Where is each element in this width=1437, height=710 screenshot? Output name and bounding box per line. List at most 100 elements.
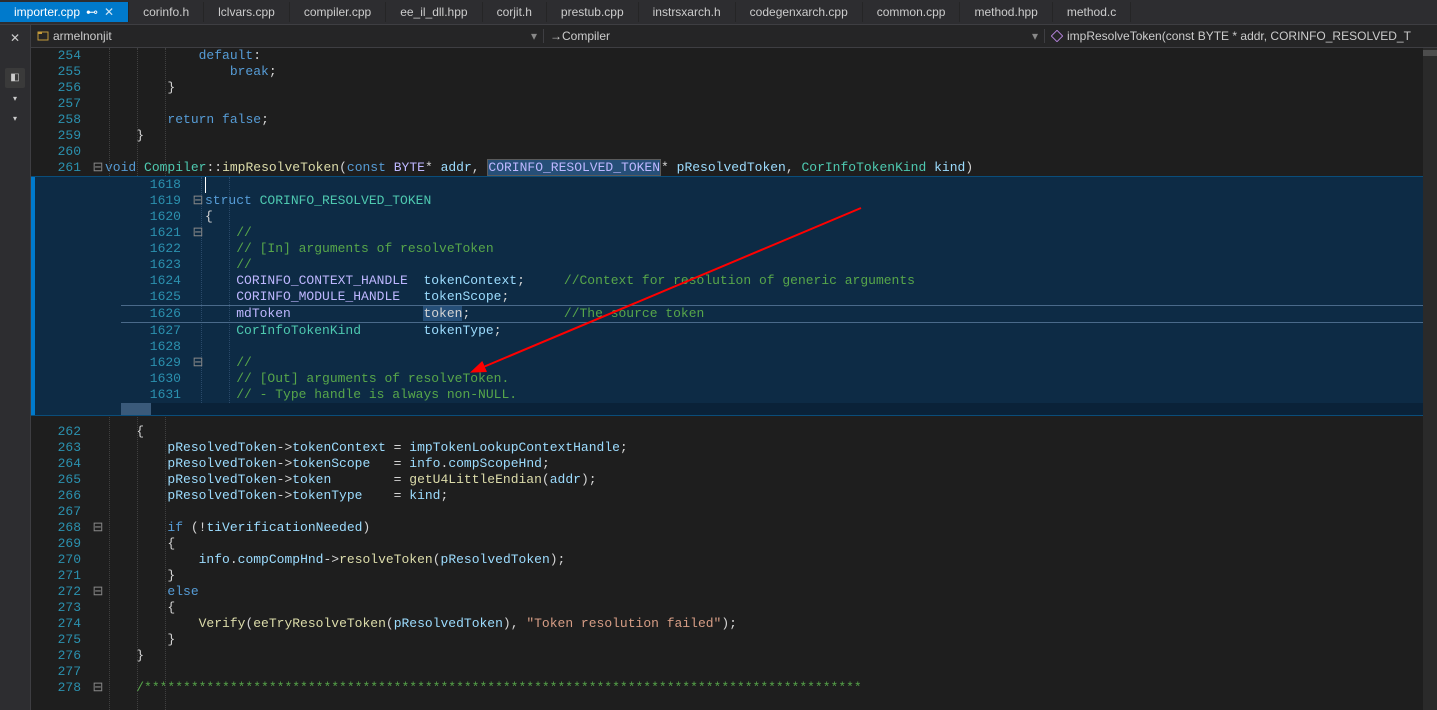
file-tab[interactable]: instrsxarch.h	[639, 2, 736, 22]
line-number: 272	[31, 584, 91, 600]
code-text: pResolvedToken->tokenScope = info.compSc…	[105, 456, 550, 472]
nav-class-dropdown[interactable]: → Compiler ▾	[544, 29, 1045, 43]
tool-dropdown-icon[interactable]: ▾	[13, 114, 17, 124]
code-line[interactable]: 1625 CORINFO_MODULE_HANDLE tokenScope;	[121, 289, 1437, 305]
file-tab[interactable]: corinfo.h	[129, 2, 204, 22]
line-number: 258	[31, 112, 91, 128]
code-line[interactable]: 267	[31, 504, 1437, 520]
close-tool-icon[interactable]: ✕	[10, 31, 20, 46]
close-icon[interactable]: ✕	[104, 5, 114, 19]
peek-definition-window[interactable]: 16181619⊟struct CORINFO_RESOLVED_TOKEN16…	[31, 176, 1437, 416]
tool-dropdown-icon[interactable]: ▾	[13, 94, 17, 104]
file-tab[interactable]: ee_il_dll.hpp	[386, 2, 482, 22]
file-tab[interactable]: common.cpp	[863, 2, 961, 22]
code-line[interactable]: 1631 // - Type handle is always non-NULL…	[121, 387, 1437, 403]
fold-toggle	[91, 456, 105, 472]
nav-class-label: Compiler	[562, 29, 610, 43]
code-text: mdToken token; //The source token	[205, 306, 704, 322]
code-text: //	[205, 225, 252, 241]
fold-toggle[interactable]: ⊟	[191, 193, 205, 209]
file-tab[interactable]: importer.cpp⊷✕	[0, 2, 129, 22]
code-line[interactable]: 278⊟ /**********************************…	[31, 680, 1437, 696]
code-line[interactable]: 256 }	[31, 80, 1437, 96]
line-number: 273	[31, 600, 91, 616]
peek-horizontal-scrollbar[interactable]	[121, 403, 1437, 415]
code-line[interactable]: 271 }	[31, 568, 1437, 584]
code-line[interactable]: 265 pResolvedToken->token = getU4LittleE…	[31, 472, 1437, 488]
line-number: 1627	[121, 323, 191, 339]
code-text: // - Type handle is always non-NULL.	[205, 387, 517, 403]
line-number: 278	[31, 680, 91, 696]
line-number: 1626	[121, 306, 191, 322]
code-line[interactable]: 259 }	[31, 128, 1437, 144]
fold-toggle	[91, 144, 105, 160]
line-number: 268	[31, 520, 91, 536]
code-line[interactable]: 1627 CorInfoTokenKind tokenType;	[121, 323, 1437, 339]
fold-toggle[interactable]: ⊟	[91, 584, 105, 600]
code-line[interactable]: 274 Verify(eeTryResolveToken(pResolvedTo…	[31, 616, 1437, 632]
vertical-scrollbar[interactable]	[1423, 48, 1437, 710]
code-line[interactable]: 1628	[121, 339, 1437, 355]
fold-toggle	[91, 440, 105, 456]
code-line[interactable]: 255 break;	[31, 64, 1437, 80]
code-text: // [Out] arguments of resolveToken.	[205, 371, 509, 387]
code-line[interactable]: 273 {	[31, 600, 1437, 616]
fold-toggle[interactable]: ⊟	[191, 355, 205, 371]
fold-toggle	[91, 80, 105, 96]
file-tab[interactable]: codegenxarch.cpp	[736, 2, 863, 22]
file-tab[interactable]: prestub.cpp	[547, 2, 639, 22]
project-icon	[37, 30, 49, 42]
fold-toggle	[91, 616, 105, 632]
code-line[interactable]: 269 {	[31, 536, 1437, 552]
code-text: //	[205, 257, 252, 273]
code-line[interactable]: 258 return false;	[31, 112, 1437, 128]
tool-button[interactable]: ◧	[5, 68, 25, 88]
code-line[interactable]: 1623 //	[121, 257, 1437, 273]
code-line[interactable]: 1629⊟ //	[121, 355, 1437, 371]
line-number: 263	[31, 440, 91, 456]
code-line[interactable]: 276 }	[31, 648, 1437, 664]
code-line[interactable]: 268⊟ if (!tiVerificationNeeded)	[31, 520, 1437, 536]
fold-toggle	[91, 504, 105, 520]
pin-icon: ⊷	[86, 5, 98, 19]
code-line[interactable]: 272⊟ else	[31, 584, 1437, 600]
code-line[interactable]: 261⊟void Compiler::impResolveToken(const…	[31, 160, 1437, 176]
fold-toggle[interactable]: ⊟	[91, 520, 105, 536]
file-tab[interactable]: compiler.cpp	[290, 2, 386, 22]
code-line[interactable]: 277	[31, 664, 1437, 680]
code-line[interactable]: 264 pResolvedToken->tokenScope = info.co…	[31, 456, 1437, 472]
code-line[interactable]: 257	[31, 96, 1437, 112]
code-line[interactable]: 1620{	[121, 209, 1437, 225]
nav-project-dropdown[interactable]: armelnonjit ▾	[31, 29, 544, 43]
code-editor[interactable]: 254 default:255 break;256 }257258 return…	[31, 48, 1437, 710]
code-line[interactable]: 1621⊟ //	[121, 225, 1437, 241]
line-number: 1624	[121, 273, 191, 289]
code-line[interactable]: 262 {	[31, 424, 1437, 440]
file-tab[interactable]: corjit.h	[483, 2, 547, 22]
code-line[interactable]: 1618	[121, 177, 1437, 193]
code-text: return false;	[105, 112, 269, 128]
fold-toggle[interactable]: ⊟	[191, 225, 205, 241]
code-line[interactable]: 1624 CORINFO_CONTEXT_HANDLE tokenContext…	[121, 273, 1437, 289]
code-line[interactable]: 254 default:	[31, 48, 1437, 64]
code-line[interactable]: 1630 // [Out] arguments of resolveToken.	[121, 371, 1437, 387]
file-tab[interactable]: method.c	[1053, 2, 1131, 22]
code-line[interactable]: 1619⊟struct CORINFO_RESOLVED_TOKEN	[121, 193, 1437, 209]
code-line[interactable]: 266 pResolvedToken->tokenType = kind;	[31, 488, 1437, 504]
code-line[interactable]: 260	[31, 144, 1437, 160]
fold-toggle	[91, 600, 105, 616]
code-line[interactable]: 263 pResolvedToken->tokenContext = impTo…	[31, 440, 1437, 456]
code-line[interactable]: 1622 // [In] arguments of resolveToken	[121, 241, 1437, 257]
code-line[interactable]: 275 }	[31, 632, 1437, 648]
code-line[interactable]: 1626 mdToken token; //The source token	[121, 305, 1437, 323]
fold-toggle[interactable]: ⊟	[91, 680, 105, 696]
fold-toggle	[191, 209, 205, 225]
nav-member-dropdown[interactable]: impResolveToken(const BYTE * addr, CORIN…	[1045, 29, 1437, 43]
line-number: 257	[31, 96, 91, 112]
code-line[interactable]: 270 info.compCompHnd->resolveToken(pReso…	[31, 552, 1437, 568]
file-tab[interactable]: method.hpp	[960, 2, 1052, 22]
code-text: if (!tiVerificationNeeded)	[105, 520, 370, 536]
file-tab[interactable]: lclvars.cpp	[204, 2, 290, 22]
fold-toggle[interactable]: ⊟	[91, 160, 105, 176]
line-number: 264	[31, 456, 91, 472]
